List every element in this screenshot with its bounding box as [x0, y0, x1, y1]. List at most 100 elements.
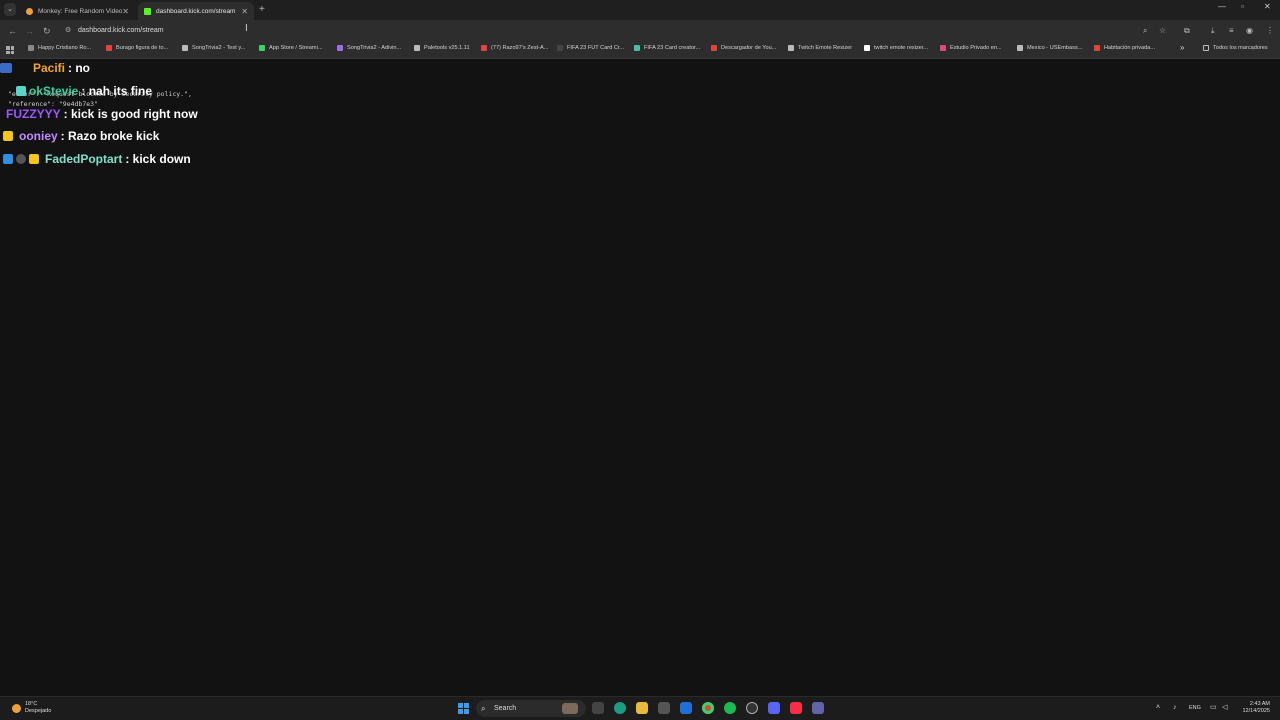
bookmark-item[interactable]: Happy Cristiano Ro... [28, 45, 91, 51]
tab-monkey[interactable]: Monkey: Free Random Video C ✕ [20, 2, 135, 20]
bookmark-favicon-icon [1094, 45, 1100, 51]
bookmark-item[interactable]: Descargador de You... [711, 45, 776, 51]
bookmark-favicon-icon [788, 45, 794, 51]
bookmark-label: FIFA 23 Card creator... [644, 45, 701, 51]
bookmark-label: Burago figura de to... [116, 45, 169, 51]
tab-kick-dashboard[interactable]: dashboard.kick.com/stream ✕ [138, 2, 254, 20]
address-bar[interactable]: ⚙ dashboard.kick.com/stream [60, 23, 1158, 39]
url-text: dashboard.kick.com/stream [78, 27, 164, 34]
bookmark-label: Mexico - USEmbass... [1027, 45, 1083, 51]
bookmark-favicon-icon [711, 45, 717, 51]
site-info-icon[interactable]: ⚙ [65, 25, 71, 37]
chat-text: : kick is good right now [63, 107, 198, 121]
bookmark-favicon-icon [940, 45, 946, 51]
start-button[interactable] [458, 703, 469, 714]
new-tab-icon[interactable]: + [259, 3, 265, 16]
all-bookmarks-folder[interactable]: Todos los marcadores [1203, 45, 1268, 51]
more-bookmarks-icon[interactable]: » [1180, 43, 1184, 52]
taskbar-search[interactable]: ⌕ Search [476, 700, 586, 717]
bookmark-label: SongTrivia2 - Test y... [192, 45, 246, 51]
bookmark-label: Descargador de You... [721, 45, 777, 51]
bookmark-item[interactable]: Mexico - USEmbass... [1017, 45, 1082, 51]
close-tab-icon[interactable]: ✕ [241, 7, 248, 16]
file-explorer-icon[interactable] [636, 702, 648, 714]
moderator-badge-icon [16, 154, 26, 164]
tab-search-button[interactable]: ⌄ [4, 3, 16, 16]
menu-icon[interactable]: ⋮ [1266, 24, 1274, 38]
bookmark-item[interactable]: SongTrivia2 - Adivin... [337, 45, 401, 51]
chat-username[interactable]: FadedPoptart [45, 152, 122, 166]
bookmark-item[interactable]: Habitación privada... [1094, 45, 1155, 51]
volume-icon[interactable]: ◁ [1222, 702, 1227, 714]
download-icon[interactable]: ⤓ [1211, 24, 1215, 38]
bookmark-item[interactable]: Paletools v25.1.11 [414, 45, 470, 51]
bookmark-favicon-icon [557, 45, 563, 51]
chat-message: FUZZYYY : kick is good right now [0, 107, 198, 121]
bookmark-item[interactable]: FIFA 23 FUT Card Cr... [557, 45, 624, 51]
show-hidden-icons-icon[interactable]: ˄ [1156, 702, 1160, 714]
bookmark-label: SongTrivia2 - Adivin... [347, 45, 402, 51]
chat-message: ooniey : Razo broke kick [0, 129, 159, 143]
music-icon[interactable] [790, 702, 802, 714]
store-icon[interactable] [658, 702, 670, 714]
bookmark-label: FIFA 23 FUT Card Cr... [567, 45, 625, 51]
edge-icon[interactable] [614, 702, 626, 714]
bookmark-item[interactable]: (77) Razo97's Zest-A... [481, 45, 548, 51]
bookmark-label: Twitch Emote Resizer [798, 45, 853, 51]
chat-username[interactable]: FUZZYYY [6, 107, 61, 121]
spotify-icon[interactable] [724, 702, 736, 714]
bookmark-item[interactable]: Twitch Emote Resizer [788, 45, 852, 51]
discord-icon[interactable] [768, 702, 780, 714]
bookmark-favicon-icon [481, 45, 487, 51]
weather-desc: Despejado [25, 708, 52, 714]
page-content: "error": "Request blocked by security po… [0, 60, 1280, 696]
extensions-icon[interactable]: ⧉ [1184, 24, 1190, 38]
windows-taskbar: 18°C Despejado ⌕ Search ˄ ♪ ENG ▭ ◁ 2:43… [0, 696, 1280, 720]
chat-text: : Razo broke kick [60, 129, 160, 143]
close-window-icon[interactable]: ✕ [1264, 2, 1271, 11]
verified-badge-icon [3, 154, 13, 164]
all-bookmarks-label: Todos los marcadores [1213, 45, 1268, 51]
tab-title: dashboard.kick.com/stream [156, 7, 236, 15]
chat-username[interactable]: okStevie [29, 84, 78, 98]
language-indicator[interactable]: ENG [1189, 702, 1201, 714]
bookmark-item[interactable]: Burago figura de to... [106, 45, 168, 51]
badge-icon [16, 86, 26, 96]
search-icon: ⌕ [481, 704, 486, 713]
profile-icon[interactable]: ◉ [1246, 24, 1253, 38]
chat-username[interactable]: Pacifi [33, 61, 65, 75]
close-tab-icon[interactable]: ✕ [122, 7, 129, 16]
chrome-icon[interactable] [702, 702, 714, 714]
minimize-icon[interactable]: — [1218, 2, 1226, 11]
obs-icon[interactable] [746, 702, 758, 714]
folder-icon [1203, 45, 1209, 51]
back-icon[interactable]: ← [8, 24, 17, 38]
system-clock[interactable]: 2:43 AM 12/14/2025 [1242, 701, 1270, 715]
media-icon[interactable]: ≡ [1229, 24, 1234, 38]
mail-icon[interactable] [680, 702, 692, 714]
bookmark-favicon-icon [1017, 45, 1023, 51]
bookmark-item[interactable]: twitch emote resizer... [864, 45, 928, 51]
bookmark-label: Happy Cristiano Ro... [38, 45, 92, 51]
bookmark-favicon-icon [864, 45, 870, 51]
weather-widget[interactable]: 18°C Despejado [12, 701, 51, 715]
apps-grid-icon[interactable] [6, 46, 14, 54]
bookmark-star-icon[interactable]: ☆ [1159, 24, 1166, 38]
task-view-icon[interactable] [592, 702, 604, 714]
maximize-icon[interactable]: ▫ [1241, 2, 1244, 11]
reload-icon[interactable]: ↻ [43, 24, 51, 38]
zoom-icon[interactable]: ⌕ [1143, 24, 1147, 38]
chat-username[interactable]: ooniey [19, 129, 58, 143]
teams-icon[interactable] [812, 702, 824, 714]
bookmark-item[interactable]: Estudio Privado en... [940, 45, 1002, 51]
tab-strip: ⌄ Monkey: Free Random Video C ✕ dashboar… [0, 0, 1280, 20]
bookmark-item[interactable]: App Store / Streami... [259, 45, 322, 51]
bookmark-item[interactable]: FIFA 23 Card creator... [634, 45, 700, 51]
bookmark-favicon-icon [259, 45, 265, 51]
bookmark-label: Paletools v25.1.11 [424, 45, 470, 51]
bookmark-item[interactable]: SongTrivia2 - Test y... [182, 45, 245, 51]
bookmark-label: (77) Razo97's Zest-A... [491, 45, 549, 51]
forward-icon[interactable]: → [25, 24, 34, 38]
network-icon[interactable]: ▭ [1210, 702, 1217, 714]
microphone-icon[interactable]: ♪ [1173, 702, 1177, 714]
